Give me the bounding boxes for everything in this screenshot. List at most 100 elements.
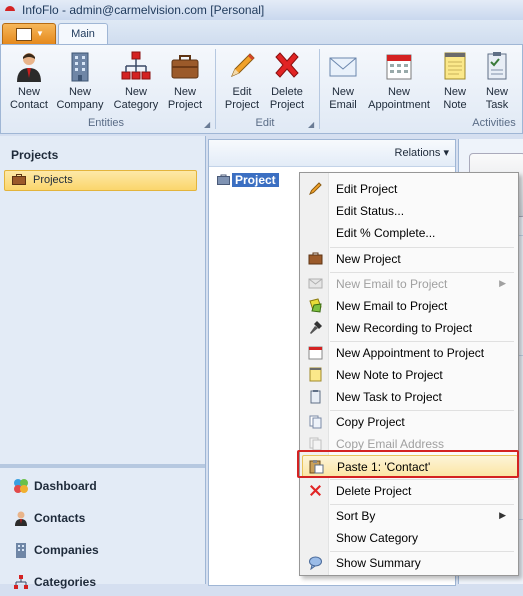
- menu-item-label: New Email to Project: [336, 299, 448, 313]
- task-clipboard-icon: [310, 390, 321, 404]
- label-line1: New: [443, 86, 466, 98]
- envelope-icon: [329, 57, 357, 77]
- nav-label: Categories: [34, 575, 97, 589]
- label-line2: Contact: [10, 99, 48, 111]
- relations-dropdown[interactable]: Relations ▾: [395, 146, 449, 159]
- envelope-icon: [308, 278, 323, 289]
- dialog-launcher-icon[interactable]: ◢: [204, 120, 210, 129]
- new-note-button[interactable]: New Note: [437, 47, 473, 115]
- new-project-button[interactable]: New Project: [164, 47, 206, 115]
- note-icon: [309, 367, 322, 382]
- label-line1: New: [331, 86, 354, 98]
- new-email-button[interactable]: New Email: [323, 47, 363, 115]
- app-menu-icon: [16, 28, 32, 41]
- dialog-launcher-icon[interactable]: ◢: [308, 120, 314, 129]
- new-contact-button[interactable]: New Contact: [7, 47, 51, 115]
- category-hierarchy-icon: [121, 51, 151, 80]
- menu-item-show-summary[interactable]: Show Summary: [302, 552, 516, 573]
- relations-label: Relations: [394, 147, 441, 159]
- menu-item-label: Edit Status...: [336, 204, 405, 218]
- relations-toolbar: Relations ▾: [209, 140, 455, 167]
- nav-item-projects[interactable]: Projects: [4, 170, 197, 191]
- label-line2: Email: [329, 99, 357, 111]
- menu-item-label: New Email to Project: [336, 277, 448, 291]
- group-separator: [319, 49, 320, 129]
- menu-item-label: Sort By: [336, 509, 376, 523]
- category-hierarchy-icon: [14, 575, 28, 589]
- menu-item-label: Copy Project: [336, 415, 405, 429]
- label-line1: Edit: [232, 86, 252, 98]
- menu-item-edit-project[interactable]: Edit Project: [302, 178, 516, 199]
- company-building-icon: [16, 543, 26, 558]
- copy-icon: [309, 437, 322, 451]
- delete-project-button[interactable]: Delete Project: [266, 47, 308, 115]
- menu-item-edit-complete[interactable]: Edit % Complete...: [302, 222, 516, 243]
- tree-node-label: Project X: [232, 173, 279, 201]
- nav-label: Dashboard: [34, 479, 97, 493]
- menu-item-new-project[interactable]: New Project: [302, 248, 516, 269]
- menu-item-label: Edit % Complete...: [336, 226, 436, 240]
- context-menu: Edit Project Edit Status... Edit % Compl…: [299, 172, 519, 576]
- highlight-annotation: [297, 450, 519, 478]
- menu-item-new-task[interactable]: New Task to Project: [302, 386, 516, 407]
- briefcase-icon: [308, 252, 323, 265]
- nav-companies[interactable]: Companies: [0, 534, 205, 564]
- splitter[interactable]: [0, 464, 205, 468]
- edit-project-button[interactable]: Edit Project: [221, 47, 263, 115]
- nav-label: Companies: [34, 543, 99, 557]
- note-icon: [444, 52, 466, 80]
- nav-contacts[interactable]: Contacts: [0, 502, 205, 532]
- label-line1: New: [68, 86, 91, 98]
- nav-categories[interactable]: Categories: [0, 566, 205, 596]
- menu-item-label: Edit Project: [336, 182, 398, 196]
- new-company-button[interactable]: New Company: [55, 47, 105, 115]
- briefcase-icon: [171, 55, 199, 79]
- menu-item-new-appointment[interactable]: New Appointment to Project: [302, 342, 516, 363]
- new-category-button[interactable]: New Category: [111, 47, 161, 115]
- new-appointment-button[interactable]: New Appointment: [365, 47, 433, 115]
- menu-item-label: Show Category: [336, 531, 419, 545]
- menu-item-edit-status[interactable]: Edit Status...: [302, 200, 516, 221]
- menu-item-new-note[interactable]: New Note to Project: [302, 364, 516, 385]
- new-task-button[interactable]: New Task: [477, 47, 517, 115]
- label-line1: New: [17, 86, 40, 98]
- copy-icon: [309, 415, 322, 429]
- nav-item-label: Projects: [33, 174, 73, 186]
- tab-main[interactable]: Main: [58, 23, 108, 45]
- contact-icon: [17, 53, 41, 82]
- menu-item-label: Show Summary: [336, 556, 421, 570]
- pencil-icon: [231, 53, 255, 77]
- group-label-activities: Activities: [472, 117, 516, 129]
- menu-item-label: New Appointment to Project: [336, 346, 485, 360]
- menu-item-delete-project[interactable]: Delete Project: [302, 480, 516, 501]
- menu-item-copy-project[interactable]: Copy Project: [302, 411, 516, 432]
- pencil-icon: [309, 182, 322, 195]
- submenu-arrow-icon: ▶: [499, 510, 506, 520]
- calendar-icon: [386, 54, 412, 80]
- menu-item-new-email[interactable]: New Email to Project: [302, 295, 516, 316]
- chevron-down-icon: ▾: [443, 147, 449, 159]
- menu-item-label: Copy Email Address: [336, 437, 445, 451]
- ribbon: New Contact New Company New Category New…: [0, 44, 523, 134]
- submenu-arrow-icon: ▶: [499, 278, 506, 288]
- menu-item-label: Delete Project: [336, 484, 412, 498]
- menu-item-sort-by[interactable]: Sort By ▶: [302, 505, 516, 526]
- label-line1: New: [485, 86, 508, 98]
- email-sticky-icon: [309, 298, 322, 313]
- label-line2: Task: [485, 99, 509, 111]
- label-line1: New: [387, 86, 410, 98]
- nav-dashboard[interactable]: Dashboard: [0, 470, 205, 500]
- label-line2: Project: [269, 99, 305, 111]
- menu-item-show-category[interactable]: Show Category: [302, 527, 516, 548]
- group-label-entities: Entities: [87, 117, 125, 129]
- menu-item-label: New Project: [336, 252, 401, 266]
- label-line2: Project: [224, 99, 260, 111]
- chevron-down-icon: ▼: [36, 29, 44, 38]
- speech-bubble-icon: [309, 556, 322, 570]
- calendar-icon: [308, 346, 323, 360]
- task-clipboard-icon: [487, 52, 507, 80]
- menu-item-new-recording[interactable]: New Recording to Project: [302, 317, 516, 338]
- application-menu-button[interactable]: ▼: [2, 23, 56, 45]
- menu-item-label: New Recording to Project: [336, 321, 473, 335]
- title-bar: InfoFlo - admin@carmelvision.com [Person…: [0, 0, 523, 20]
